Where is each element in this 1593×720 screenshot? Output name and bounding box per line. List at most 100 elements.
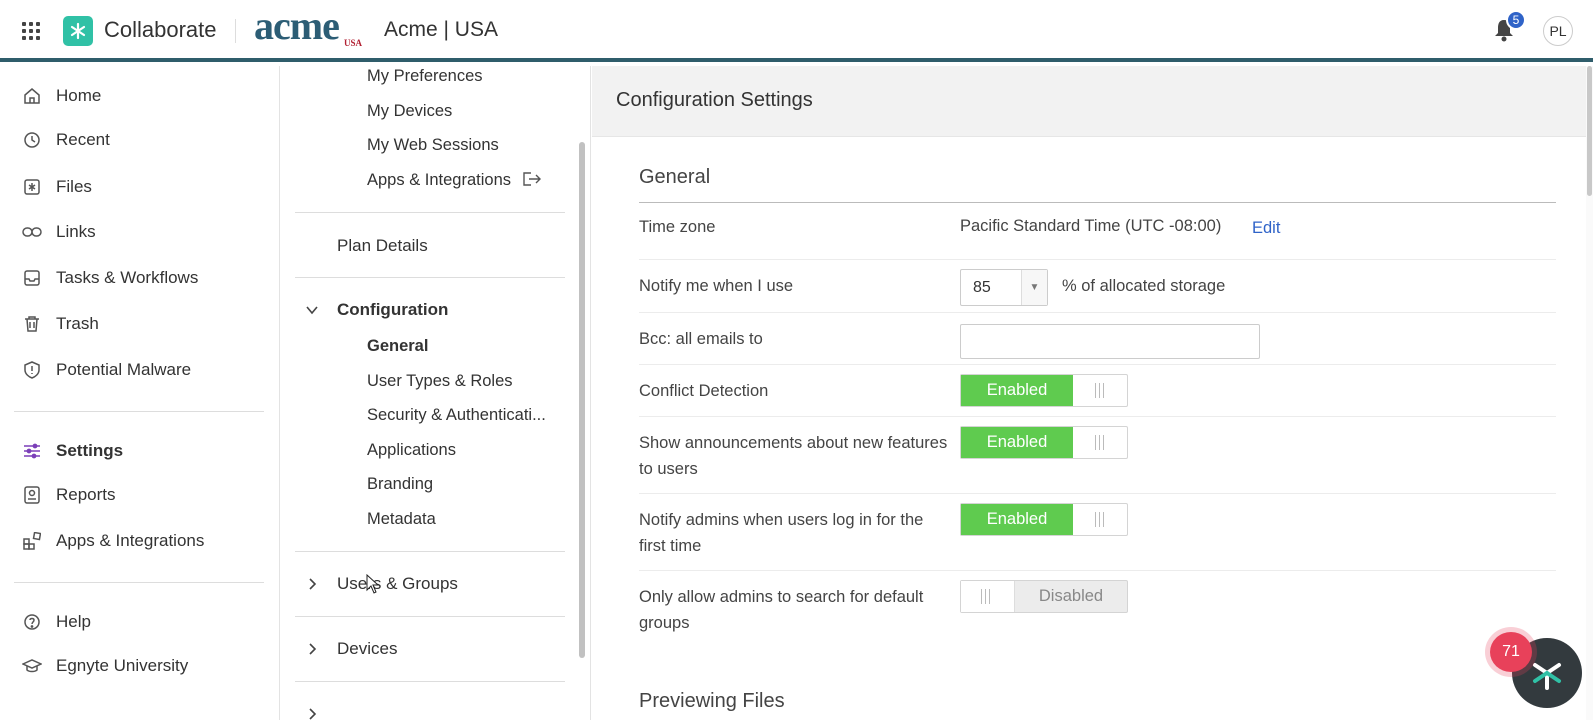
notify-storage-label: Notify me when I use xyxy=(639,277,794,295)
storage-threshold-select[interactable]: 85 ▼ xyxy=(960,269,1048,306)
sidebar-item-label: Apps & Integrations xyxy=(56,531,205,550)
conflict-detection-label: Conflict Detection xyxy=(639,382,769,400)
avatar[interactable]: PL xyxy=(1543,16,1573,46)
subnav-divider xyxy=(295,277,565,278)
subnav-devices[interactable]: Devices xyxy=(337,639,397,659)
admin-search-label: Only allow admins to search for default … xyxy=(639,588,924,632)
row-divider xyxy=(639,364,1556,365)
sidebar-item-links[interactable]: Links xyxy=(22,219,96,245)
acme-logo-sub: USA xyxy=(344,38,363,48)
subnav-item-my-web-sessions[interactable]: My Web Sessions xyxy=(367,136,499,155)
subnav-plan-details[interactable]: Plan Details xyxy=(337,236,428,256)
settings-subnav: My Preferences My Devices My Web Session… xyxy=(281,66,591,720)
notification-badge[interactable]: 5 xyxy=(1506,10,1526,30)
brand-name[interactable]: Collaborate xyxy=(104,17,217,43)
sliders-icon xyxy=(22,441,42,461)
toggle-state-label: Disabled xyxy=(1038,587,1104,605)
sidebar-item-tasks-workflows[interactable]: Tasks & Workflows xyxy=(22,265,198,291)
left-sidebar: Home Recent Files Links Tasks & Workflow… xyxy=(0,66,280,720)
collaborate-logo-icon xyxy=(63,16,93,46)
subnav-configuration[interactable]: Configuration xyxy=(337,300,448,320)
section-title-general: General xyxy=(639,166,711,188)
sidebar-item-settings[interactable]: Settings xyxy=(22,438,123,464)
subnav-divider xyxy=(295,681,565,682)
row-divider xyxy=(639,570,1556,571)
section-title-previewing-files: Previewing Files xyxy=(639,690,785,712)
row-divider xyxy=(639,493,1556,494)
subnav-divider xyxy=(295,616,565,617)
report-icon xyxy=(22,485,42,505)
sidebar-item-trash[interactable]: Trash xyxy=(22,311,99,337)
row-divider xyxy=(639,416,1556,417)
row-divider xyxy=(639,312,1556,313)
time-zone-label: Time zone xyxy=(639,218,716,236)
storage-threshold-value: 85 xyxy=(973,279,991,296)
sidebar-item-potential-malware[interactable]: Potential Malware xyxy=(22,357,191,383)
main-scrollbar-thumb[interactable] xyxy=(1587,66,1592,196)
sidebar-item-label: Files xyxy=(56,177,92,196)
top-header: Collaborate acme USA Acme | USA 5 PL xyxy=(0,0,1593,62)
sidebar-item-recent[interactable]: Recent xyxy=(22,127,110,153)
subnav-item-applications[interactable]: Applications xyxy=(367,441,456,460)
sidebar-item-label: Trash xyxy=(56,314,99,333)
sidebar-item-label: Help xyxy=(56,612,91,631)
subnav-item-my-preferences[interactable]: My Preferences xyxy=(367,67,483,86)
sidebar-item-label: Tasks & Workflows xyxy=(56,268,199,287)
conflict-detection-toggle[interactable]: Enabled xyxy=(960,374,1128,407)
sidebar-item-label: Home xyxy=(56,86,102,105)
subnav-users-groups[interactable]: Users & Groups xyxy=(337,574,458,594)
sidebar-item-help[interactable]: Help xyxy=(22,609,91,635)
admin-search-toggle[interactable]: Disabled xyxy=(960,580,1128,613)
subnav-item-general[interactable]: General xyxy=(367,337,428,356)
chevron-right-icon[interactable] xyxy=(305,577,319,591)
toggle-grip-icon xyxy=(981,589,990,604)
announcements-toggle[interactable]: Enabled xyxy=(960,426,1128,459)
clock-icon xyxy=(22,130,42,150)
subnav-item-apps-integrations[interactable]: Apps & Integrations xyxy=(367,171,542,190)
subnav-item-user-types-roles[interactable]: User Types & Roles xyxy=(367,372,513,391)
toggle-grip-icon xyxy=(1095,383,1104,398)
sidebar-divider xyxy=(14,411,264,412)
chevron-down-icon[interactable] xyxy=(305,303,319,317)
graduation-cap-icon xyxy=(22,656,42,676)
sidebar-item-egnyte-university[interactable]: Egnyte University xyxy=(22,653,188,679)
page-title: Configuration Settings xyxy=(616,89,813,111)
subnav-divider xyxy=(295,551,565,552)
sidebar-item-apps-integrations[interactable]: Apps & Integrations xyxy=(22,528,204,554)
shield-icon xyxy=(22,360,42,380)
toggle-state-label: Enabled xyxy=(961,427,1073,458)
bcc-email-input[interactable] xyxy=(960,324,1260,359)
chevron-right-icon[interactable] xyxy=(305,642,319,656)
subnav-item-metadata[interactable]: Metadata xyxy=(367,510,436,529)
caret-down-icon: ▼ xyxy=(1021,270,1047,305)
subnav-item-security-authentication[interactable]: Security & Authenticati... xyxy=(367,406,546,425)
main-content: Configuration Settings General Time zone… xyxy=(592,66,1593,720)
acme-logo: acme xyxy=(254,3,340,48)
notify-admins-label: Notify admins when users log in for the … xyxy=(639,511,924,555)
trash-icon xyxy=(22,314,42,334)
home-icon xyxy=(22,86,42,106)
mouse-cursor-icon xyxy=(366,574,380,594)
link-icon xyxy=(22,222,42,242)
sidebar-item-label: Links xyxy=(56,222,96,241)
subnav-scrollbar[interactable] xyxy=(579,142,585,658)
help-icon xyxy=(22,612,42,632)
files-icon xyxy=(22,177,42,197)
apps-icon xyxy=(22,531,42,551)
sidebar-item-files[interactable]: Files xyxy=(22,174,92,200)
subnav-item-branding[interactable]: Branding xyxy=(367,475,433,494)
sidebar-item-home[interactable]: Home xyxy=(22,83,101,109)
app-launcher-icon[interactable] xyxy=(22,22,40,40)
bcc-label: Bcc: all emails to xyxy=(639,330,763,348)
sidebar-item-reports[interactable]: Reports xyxy=(22,482,116,508)
storage-suffix: % of allocated storage xyxy=(1062,277,1226,295)
notify-admins-toggle[interactable]: Enabled xyxy=(960,503,1128,536)
time-zone-edit-link[interactable]: Edit xyxy=(1252,219,1280,238)
subnav-item-my-devices[interactable]: My Devices xyxy=(367,102,452,121)
egnyte-logo-icon xyxy=(1533,663,1561,690)
subnav-divider xyxy=(295,212,565,213)
assistant-badge[interactable]: 71 xyxy=(1490,632,1532,672)
row-divider xyxy=(639,259,1556,260)
toggle-state-label: Enabled xyxy=(961,504,1073,535)
chevron-right-icon[interactable] xyxy=(305,707,319,720)
